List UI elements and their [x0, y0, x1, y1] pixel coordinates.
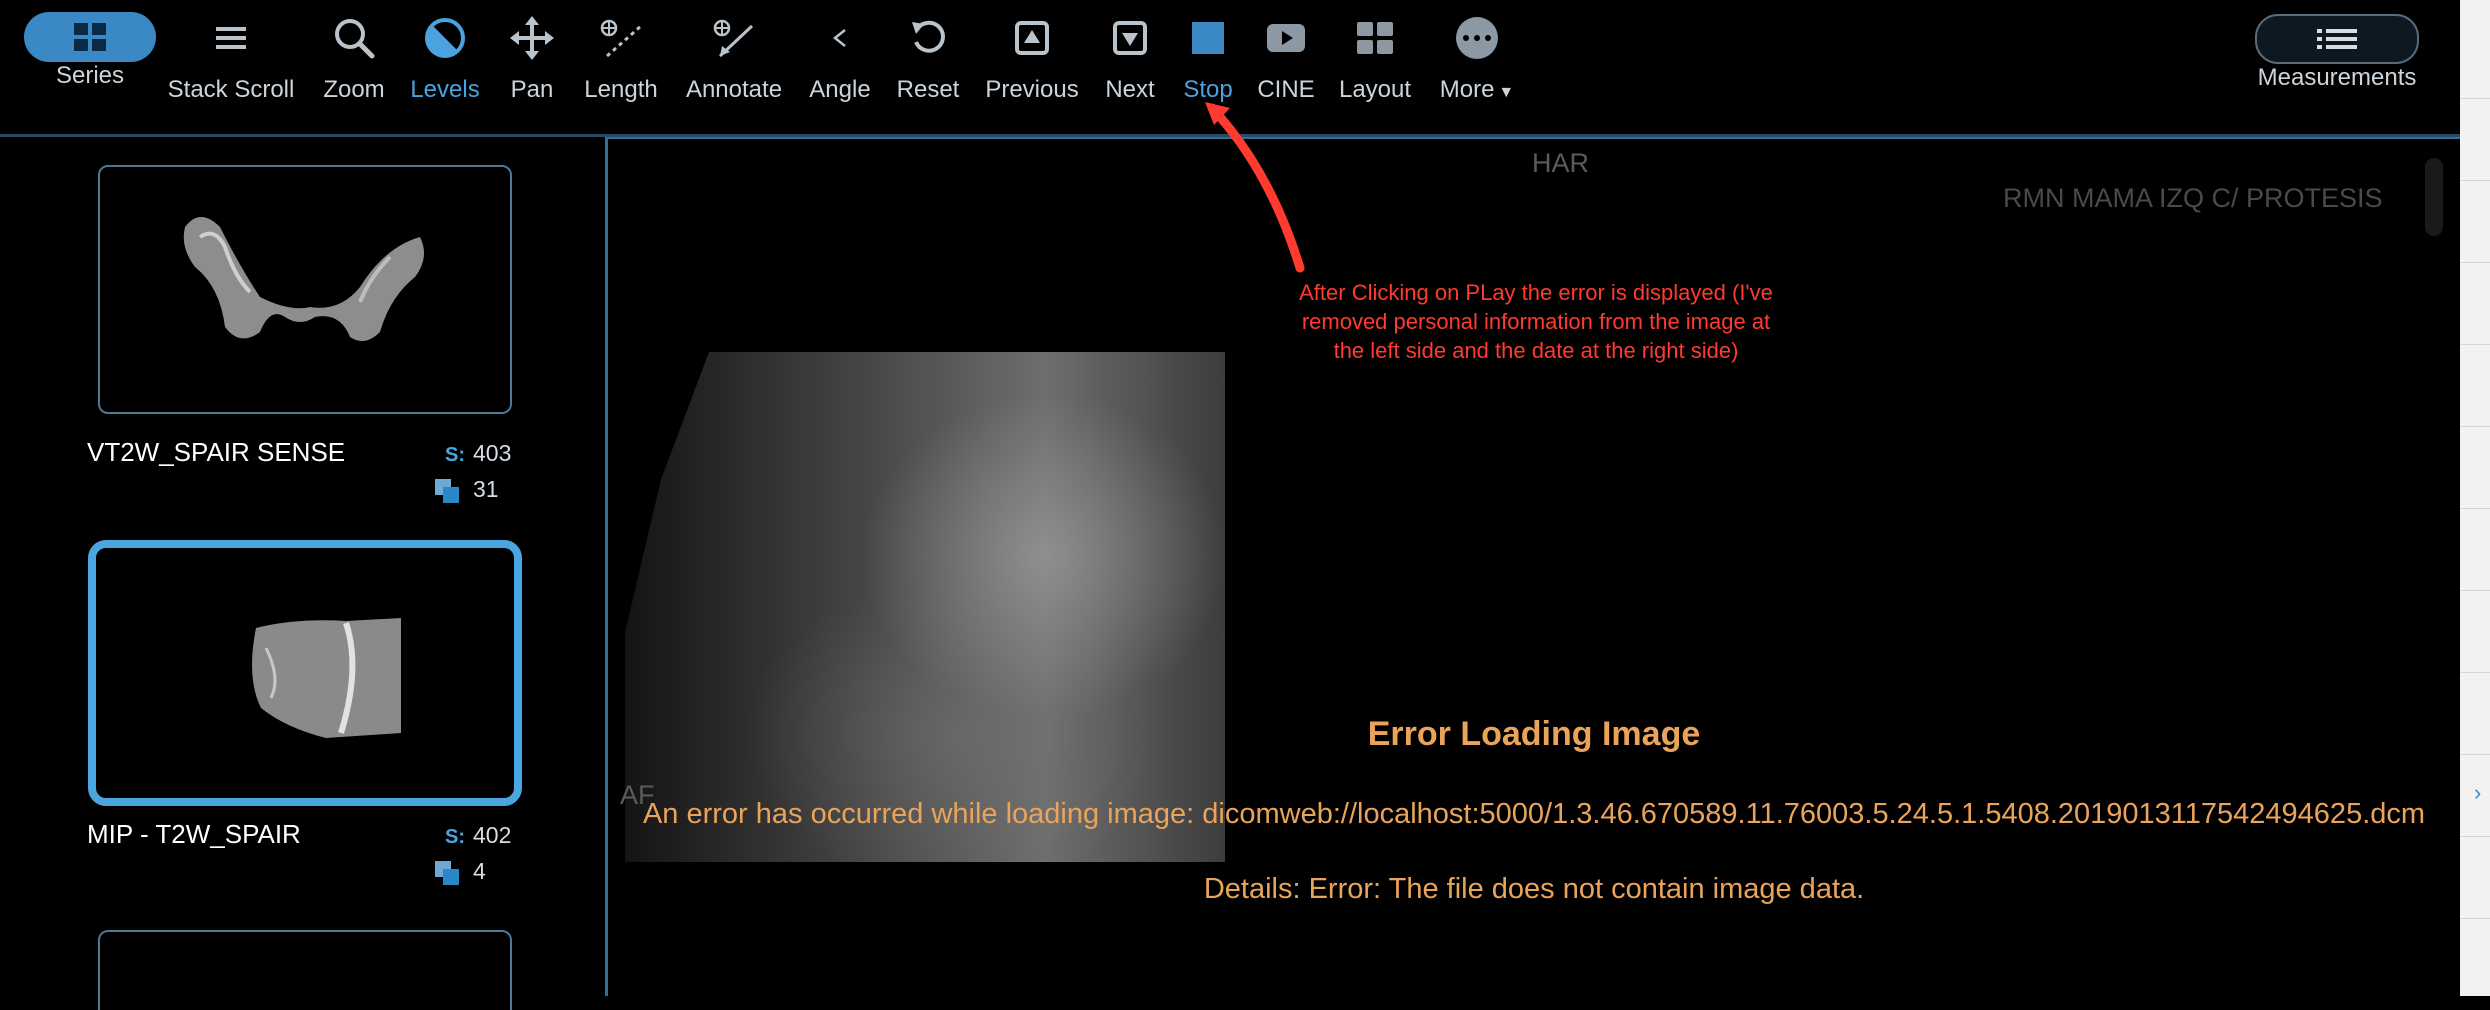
error-title: Error Loading Image	[1367, 715, 1701, 753]
chevron-right-icon[interactable]: ›	[2474, 780, 2481, 806]
annotation-arrow	[1205, 102, 1305, 273]
error-details: Details: Error: The file does not contai…	[1203, 873, 1865, 905]
adjacent-window-edge	[2460, 0, 2490, 996]
error-message: An error has occurred while loading imag…	[642, 798, 2426, 830]
annotation-note: After Clicking on PLay the error is disp…	[1299, 280, 1773, 363]
